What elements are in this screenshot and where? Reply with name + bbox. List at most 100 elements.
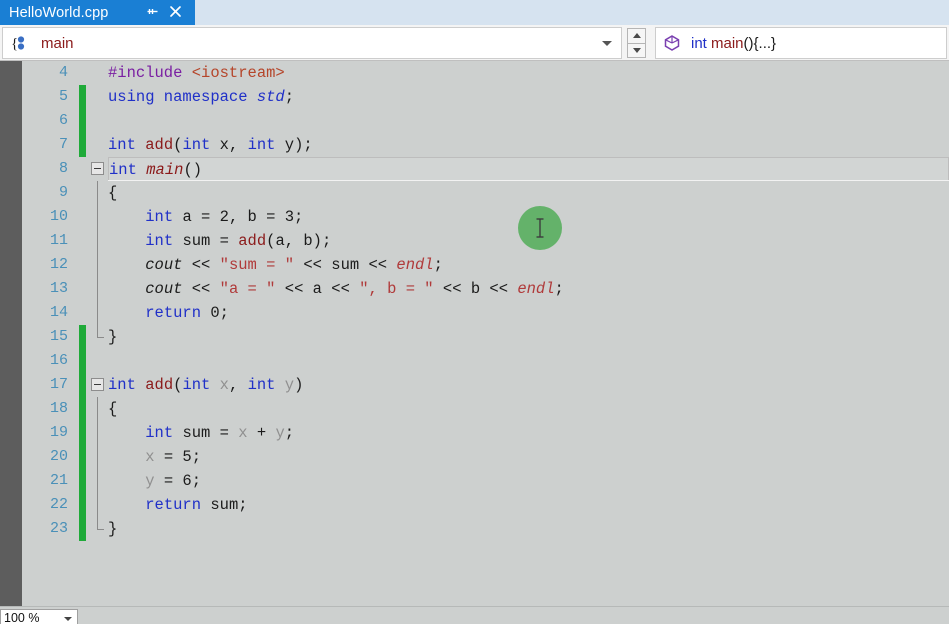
code-line[interactable]: 12 cout << "sum = " << sum << endl;	[22, 253, 949, 277]
code-editor[interactable]: 4 #include <iostream> 5 using namespace std…	[0, 61, 949, 606]
code-token: x	[219, 376, 229, 394]
editor-edge-strip	[0, 61, 22, 606]
code-line[interactable]: 22 return sum;	[22, 493, 949, 517]
line-number: 20	[49, 448, 68, 465]
code-line[interactable]: 11 int sum = add(a, b);	[22, 229, 949, 253]
scope-dropdown[interactable]: { main	[2, 27, 622, 59]
code-text: int add(int x, int y);	[108, 133, 949, 157]
code-token: int	[145, 232, 183, 250]
code-structure-guide-line	[97, 205, 98, 229]
code-line[interactable]: 18 {	[22, 397, 949, 421]
code-text: y = 6;	[108, 469, 949, 493]
code-token: "a = "	[219, 280, 276, 298]
collapse-region-icon[interactable]	[91, 162, 104, 175]
code-token: int	[145, 424, 183, 442]
code-text: int add(int x, int y)	[108, 373, 949, 397]
code-line[interactable]: 23}	[22, 517, 949, 541]
code-line[interactable]: 13 cout << "a = " << a << ", b = " << b …	[22, 277, 949, 301]
code-token: x	[145, 448, 155, 466]
code-structure-guide-line	[97, 421, 98, 445]
code-token: add	[145, 376, 174, 394]
code-token: );	[294, 136, 313, 154]
code-line[interactable]: 10 int a = 2, b = 3;	[22, 205, 949, 229]
code-token: ;	[284, 424, 295, 442]
code-token: int	[145, 208, 183, 226]
line-number: 4	[58, 64, 68, 81]
code-line[interactable]: 15}	[22, 325, 949, 349]
code-token: <<	[182, 280, 220, 298]
code-line[interactable]: 14 return 0;	[22, 301, 949, 325]
code-line[interactable]: 16	[22, 349, 949, 373]
line-number: 6	[58, 112, 68, 129]
zoom-level-dropdown[interactable]: 100 %	[0, 609, 78, 624]
navigation-bar: { main int main(){...}	[0, 25, 949, 61]
change-indicator-bar	[79, 373, 86, 397]
code-token: )	[294, 376, 304, 394]
code-surface[interactable]: 4 #include <iostream> 5 using namespace std…	[22, 61, 949, 606]
member-dropdown[interactable]: int main(){...}	[655, 27, 947, 59]
change-indicator-bar	[79, 325, 86, 349]
code-token: ()	[183, 161, 203, 179]
code-text: #include <iostream>	[108, 61, 949, 85]
chevron-down-icon[interactable]	[602, 41, 612, 46]
code-token: ;	[284, 88, 295, 106]
navigate-up-button[interactable]	[627, 28, 646, 43]
code-token: return	[145, 496, 211, 514]
code-line[interactable]: 5 using namespace std;	[22, 85, 949, 109]
close-icon[interactable]	[167, 3, 184, 20]
tab-helloworld-cpp[interactable]: HelloWorld.cpp	[0, 0, 195, 25]
code-token: 0;	[210, 304, 229, 322]
navigate-spinner[interactable]	[627, 28, 646, 58]
code-token: x	[219, 136, 229, 154]
code-line[interactable]: 6	[22, 109, 949, 133]
code-line[interactable]: 19 int sum = x + y;	[22, 421, 949, 445]
code-structure-guide-line	[97, 301, 98, 325]
code-line[interactable]: 4 #include <iostream>	[22, 61, 949, 85]
code-line[interactable]: 17 int add(int x, int y)	[22, 373, 949, 397]
chevron-down-icon[interactable]	[64, 617, 72, 621]
pin-icon[interactable]	[143, 4, 159, 20]
code-structure-guide-line	[97, 229, 98, 253]
code-token: }	[108, 328, 118, 346]
svg-text:{: {	[11, 36, 18, 52]
member-signature: (){...}	[743, 34, 777, 52]
code-line[interactable]: 8 int main()	[22, 157, 949, 181]
code-token: sum;	[210, 496, 248, 514]
code-line[interactable]: 21 y = 6;	[22, 469, 949, 493]
cube-member-icon	[663, 34, 681, 52]
code-token: <iostream>	[191, 64, 285, 82]
line-number: 9	[58, 184, 68, 201]
code-token: int	[109, 161, 147, 179]
code-token: y	[284, 136, 295, 154]
code-token: add	[238, 232, 267, 250]
code-line[interactable]: 9{	[22, 181, 949, 205]
code-token: int	[247, 376, 285, 394]
code-token: {	[108, 400, 118, 418]
code-line[interactable]: 7 int add(int x, int y);	[22, 133, 949, 157]
code-token: sum =	[182, 424, 239, 442]
code-token: (a, b);	[266, 232, 332, 250]
change-indicator-bar	[79, 85, 86, 109]
navigate-down-button[interactable]	[627, 42, 646, 58]
code-text: cout << "sum = " << sum << endl;	[108, 253, 949, 277]
line-number: 5	[58, 88, 68, 105]
code-token: return	[145, 304, 211, 322]
visual-studio-editor-window: HelloWorld.cpp {main int main(){...} 4 …	[0, 0, 949, 624]
collapse-region-icon[interactable]	[91, 378, 104, 391]
code-token: <<	[182, 256, 220, 274]
change-indicator-bar	[79, 445, 86, 469]
code-line[interactable]: 20 x = 5;	[22, 445, 949, 469]
code-token: ;	[554, 280, 564, 298]
code-token: }	[108, 520, 118, 538]
line-number: 21	[49, 472, 68, 489]
code-token: int	[247, 136, 285, 154]
chevron-down-icon	[632, 47, 641, 53]
line-number: 7	[58, 136, 68, 153]
code-token: #include	[108, 64, 192, 82]
change-indicator-bar	[79, 493, 86, 517]
change-indicator-bar	[79, 133, 86, 157]
code-token: int	[182, 376, 220, 394]
